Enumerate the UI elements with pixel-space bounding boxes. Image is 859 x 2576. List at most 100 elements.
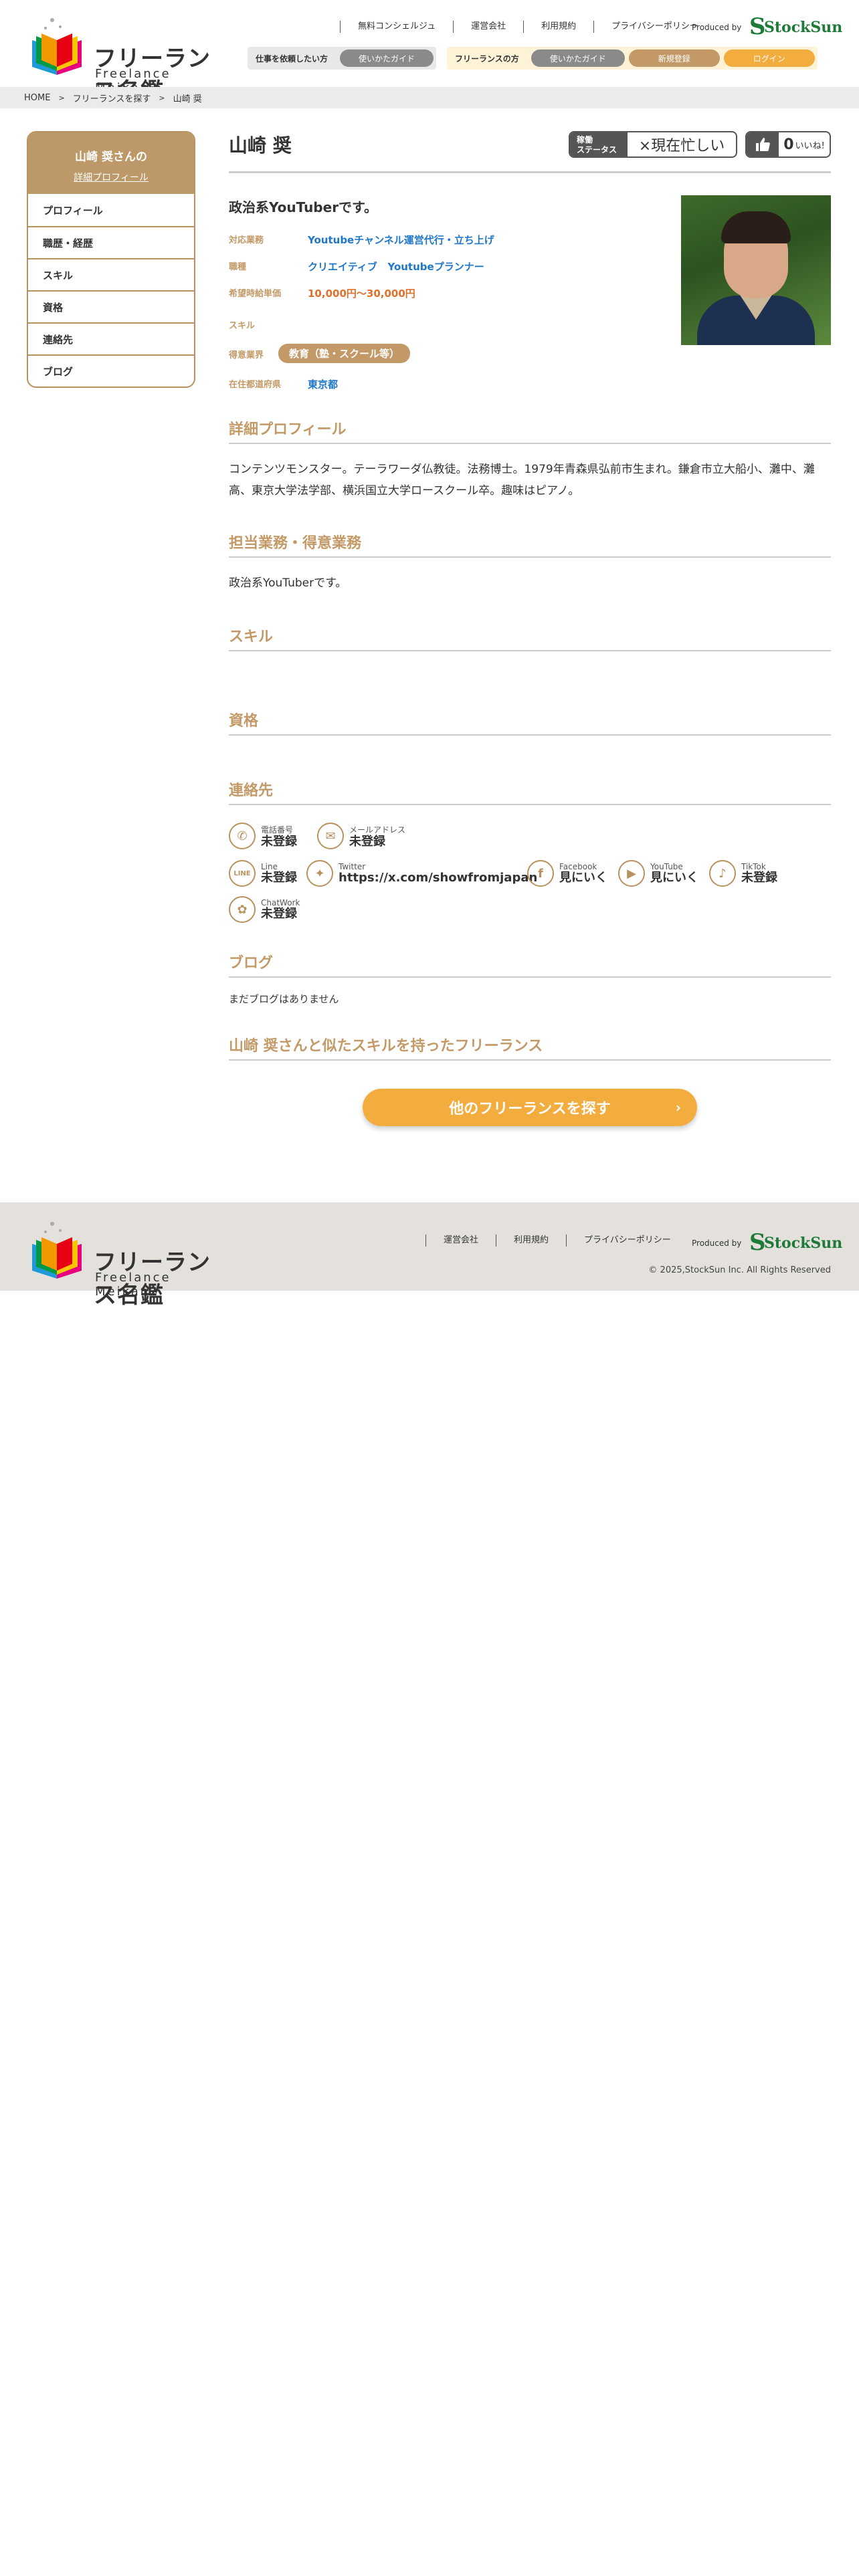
contact-phone-label: 電話番号 [261,825,294,835]
freelance-guide-button[interactable]: 使いかたガイド [531,49,625,67]
contact-tiktok: ♪ TikTok 未登録 [709,860,777,887]
section-detail-text: コンテンツモンスター。テーラワーダ仏教徒。法務博士。1979年青森県弘前市生まれ… [229,463,815,498]
contact-twitter-value[interactable]: https://x.com/showfromjapan [339,871,537,885]
contact-facebook-value[interactable]: 見にいく [559,871,607,885]
footer-logo-text-en: Freelance Meikan [95,1271,171,1299]
breadcrumb-chevron-icon: > [159,93,165,102]
chevron-right-icon: › [675,1099,681,1115]
sidebar-item-contact[interactable]: 連絡先 [28,322,194,354]
site-header: フリーランス名鑑 Freelance Meikan 無料コンシェルジュ 運営会社… [0,0,859,105]
profile-photo [681,195,831,345]
contact-line-label: Line [261,862,278,871]
breadcrumb-search[interactable]: フリーランスを探す [73,92,151,104]
breadcrumb-current: 山崎 奨 [173,94,202,104]
line-icon: LINE [229,860,256,887]
site-logo[interactable]: フリーランス名鑑 Freelance Meikan [27,13,227,105]
client-group: 仕事を依頼したい方 使いかたガイド [248,47,437,70]
contact-chatwork-value: 未登録 [261,907,297,921]
thumbs-up-icon [747,132,779,156]
produced-by: Produced by [692,23,742,32]
phone-icon: ✆ [229,823,256,849]
contact-twitter[interactable]: ✦ Twitter https://x.com/showfromjapan [306,860,537,887]
status-value: ×現在忙しい [638,138,725,154]
field-prefecture-label: 在住都道府県 [229,380,282,390]
footer-nav-company[interactable]: 運営会社 [425,1235,496,1247]
contact-youtube[interactable]: ▶ YouTube 見にいく [618,860,698,887]
twitter-icon: ✦ [306,860,333,887]
sidebar-item-career[interactable]: 職歴・経歴 [28,226,194,258]
breadcrumb-home[interactable]: HOME [24,93,50,103]
field-job-value[interactable]: クリエイティブ Youtubeプランナー [308,259,484,274]
contact-youtube-value[interactable]: 見にいく [650,871,698,885]
section-work-line [229,556,831,558]
sidebar-item-certification[interactable]: 資格 [28,290,194,322]
profile-catchphrase: 政治系YouTuberです。 [229,199,378,215]
like-count: 0 [783,136,794,153]
like-label: いいね! [795,140,825,151]
contact-mail-label: メールアドレス [349,825,406,835]
field-services-value[interactable]: Youtubeチャンネル運営代行・立ち上げ [308,233,494,247]
section-contact-title: 連絡先 [229,782,274,799]
section-work-text: 政治系YouTuberです。 [229,576,347,590]
footer-nav-terms[interactable]: 利用規約 [496,1235,566,1247]
find-freelancers-button[interactable]: 他のフリーランスを探す › [363,1089,697,1126]
top-nav: 無料コンシェルジュ 運営会社 利用規約 プライバシーポリシー [340,19,716,35]
contact-mail: ✉ メールアドレス 未登録 [317,823,405,849]
field-services-label: 対応業務 [229,235,264,245]
section-blog-line [229,976,831,978]
section-detail-line [229,443,831,444]
tiktok-icon: ♪ [709,860,736,887]
contact-line-value: 未登録 [261,871,297,885]
freelance-group: フリーランスの方 使いかたガイド 新規登録 ログイン [447,47,818,70]
nav-company[interactable]: 運営会社 [453,21,523,33]
photo-hair [721,211,791,243]
field-rate-value: 10,000円〜30,000円 [308,288,415,300]
footer-stocksun-s-icon: S [749,1229,766,1256]
register-button[interactable]: 新規登録 [628,49,720,67]
footer-stocksun-logo[interactable]: S StockSun [749,1229,842,1256]
industry-tag[interactable]: 教育（塾・スクール等） [278,344,411,363]
client-guide-button[interactable]: 使いかたガイド [340,49,434,67]
contact-tiktok-label: TikTok [741,862,766,871]
login-button[interactable]: ログイン [723,49,815,67]
contact-tiktok-value: 未登録 [741,871,777,885]
sidebar-subtitle[interactable]: 詳細プロフィール [28,171,194,184]
chatwork-icon: ✿ [229,896,256,923]
footer-nav-privacy[interactable]: プライバシーポリシー [566,1235,688,1247]
contact-twitter-label: Twitter [339,862,366,871]
sidebar-title: 山崎 奨さんの [75,150,147,164]
sidebar-item-profile[interactable]: プロフィール [28,194,194,226]
field-rate-label: 希望時給単価 [229,289,282,299]
field-prefecture-value[interactable]: 東京都 [308,377,338,391]
like-count-wrap: 0 いいね! [779,132,830,156]
nav-terms[interactable]: 利用規約 [523,21,593,33]
status-label: 稼働 ステータス [570,132,628,156]
section-contact-line [229,804,831,805]
field-skill-label: スキル [229,321,256,331]
contact-facebook[interactable]: f Facebook 見にいく [527,860,607,887]
field-industry-label: 得意業界 [229,350,264,360]
work-status-badge: 稼働 ステータス ×現在忙しい [569,131,737,158]
breadcrumb-chevron-icon: > [58,93,65,102]
footer-logo[interactable]: フリーランス名鑑 Freelance Meikan [27,1217,227,1309]
contact-phone-value: 未登録 [261,834,297,849]
contact-phone: ✆ 電話番号 未登録 [229,823,297,849]
section-similar-line [229,1059,831,1061]
stocksun-logo[interactable]: S StockSun [749,13,842,40]
section-skill-title: スキル [229,629,274,645]
book-logo-icon [32,18,82,75]
section-work-title: 担当業務・得意業務 [229,535,362,552]
footer-book-logo-icon [32,1222,82,1279]
contact-chatwork: ✿ ChatWork 未登録 [229,896,300,923]
nav-concierge[interactable]: 無料コンシェルジュ [340,21,453,33]
sidebar-item-blog[interactable]: ブログ [28,354,194,387]
section-cert-line [229,734,831,736]
sidebar-item-skill[interactable]: スキル [28,258,194,290]
like-button[interactable]: 0 いいね! [745,131,831,158]
contact-line: LINE Line 未登録 [229,860,297,887]
contact-facebook-label: Facebook [559,862,597,871]
freelance-group-label: フリーランスの方 [455,53,519,64]
footer-stocksun-text: StockSun [764,1235,843,1252]
section-blog-title: ブログ [229,955,274,972]
section-similar-title: 山崎 奨さんと似たスキルを持ったフリーランス [229,1038,543,1055]
